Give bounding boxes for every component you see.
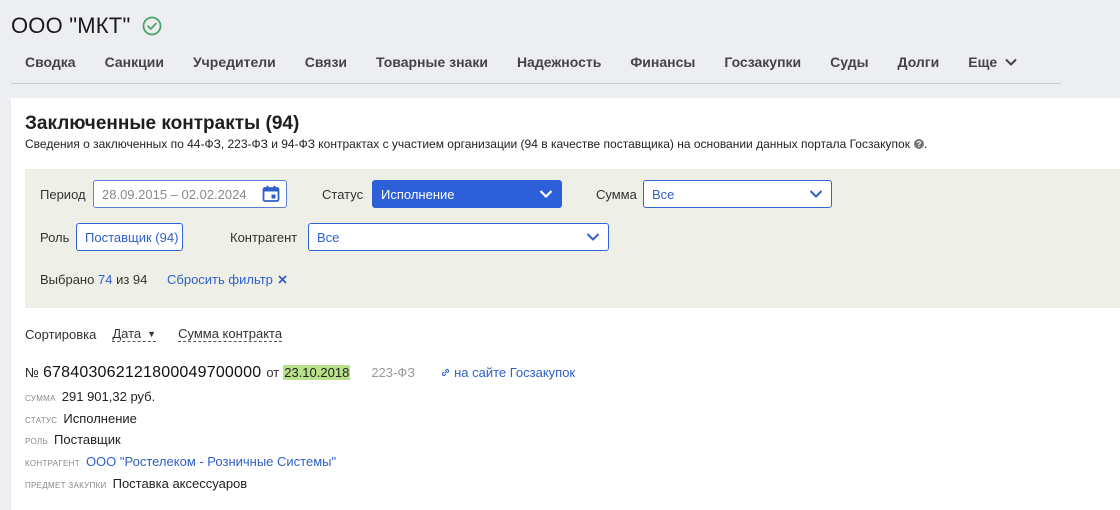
sum-select[interactable]: Все [643,180,832,208]
question-circle-icon[interactable]: ? [913,139,924,149]
tab-trademarks[interactable]: Товарные знаки [376,52,488,70]
calendar-icon[interactable] [262,185,280,203]
sort-amount-label: Сумма контракта [178,326,283,341]
tab-founders[interactable]: Учредители [193,52,276,70]
status-value: Исполнение [381,186,455,202]
tab-reliability[interactable]: Надежность [517,52,601,70]
sort-by-amount[interactable]: Сумма контракта [178,326,283,342]
tab-more-label: Еще [968,54,998,70]
contract-counterparty-link[interactable]: ООО "Ростелеком - Розничные Системы" [86,454,336,469]
external-link-label: на сайте Госзакупок [454,365,576,380]
close-icon [278,275,287,284]
role-value: Поставщик (94) [85,229,179,245]
contract-law: 223-ФЗ [371,365,416,380]
section-description-text: Сведения о заключенных по 44-ФЗ, 223-ФЗ … [25,137,910,151]
filter-panel: Период 28.09.2015 – 02.02.2024 Статус Ис… [25,169,1120,308]
contract-subject-row: предмет закупки Поставка аксессуаров [25,476,247,491]
chevron-down-icon [1005,58,1017,66]
status-select[interactable]: Исполнение [372,180,562,208]
counterparty-select[interactable]: Все [308,223,609,251]
reset-filter-button[interactable]: Сбросить фильтр [167,272,287,287]
sum-value: Все [652,186,675,202]
contract-sum-key: сумма [25,394,56,403]
contract-subject-key: предмет закупки [25,481,107,490]
sort-bar: Сортировка Дата ▼ Сумма контракта [25,326,283,342]
period-label: Период [40,187,86,202]
tab-finances[interactable]: Финансы [630,52,695,70]
contract-number-prefix: № [25,365,39,380]
tab-sanctions[interactable]: Санкции [105,52,164,70]
counterparty-value: Все [317,229,340,245]
contract-status-value: Исполнение [63,411,137,426]
contract-header: № 678403062121800049700000 от 23.10.2018… [25,364,575,382]
contract-role-value: Поставщик [54,432,121,447]
selected-prefix: Выбрано [40,272,95,287]
status-label: Статус [322,187,364,202]
contract-from-label: от [266,365,280,380]
contracts-panel: Заключенные контракты (94) Сведения о за… [11,98,1120,510]
company-name: ООО "МКТ" [11,13,131,38]
tab-more[interactable]: Еще [968,52,1017,70]
counterparty-label: Контрагент [230,230,298,245]
contract-sum-value: 291 901,32 руб. [61,389,156,404]
section-description: Сведения о заключенных по 44-ФЗ, 223-ФЗ … [25,137,928,151]
sum-label: Сумма [596,187,637,202]
external-procurement-link[interactable]: на сайте Госзакупок [441,365,575,380]
contract-date: 23.10.2018 [283,365,351,380]
chevron-down-icon [539,190,553,199]
period-date-range-input[interactable]: 28.09.2015 – 02.02.2024 [93,180,287,208]
section-tabs: Сводка Санкции Учредители Связи Товарные… [11,52,1061,84]
contract-sum-row: сумма 291 901,32 руб. [25,389,155,404]
contract-counterparty-row: контрагент ООО "Ростелеком - Розничные С… [25,454,336,469]
sort-by-date[interactable]: Дата ▼ [112,326,157,342]
company-header: ООО "МКТ" [11,10,162,42]
role-chip[interactable]: Поставщик (94) [76,223,183,251]
period-value: 28.09.2015 – 02.02.2024 [102,186,247,202]
tab-courts[interactable]: Суды [830,52,868,70]
page-title: Заключенные контракты (94) [25,113,300,134]
tab-procurement[interactable]: Госзакупки [724,52,801,70]
link-icon [441,368,450,377]
chevron-down-icon [809,190,823,198]
selected-count-number: 74 [97,272,113,287]
tab-connections[interactable]: Связи [305,52,347,70]
check-circle-icon [142,16,162,36]
selected-suffix: из 94 [116,272,148,287]
contract-status-row: статус Исполнение [25,411,137,426]
contract-role-key: роль [25,437,48,446]
caret-down-icon: ▼ [147,328,157,339]
sort-label: Сортировка [25,326,97,342]
chevron-down-icon [586,233,600,241]
tab-summary[interactable]: Сводка [25,52,76,70]
selected-count: Выбрано 74 из 94 [40,272,147,287]
contract-role-row: роль Поставщик [25,432,121,447]
contract-subject-value: Поставка аксессуаров [112,476,248,491]
contract-number: 678403062121800049700000 [42,364,262,381]
sort-date-label: Дата [112,326,142,341]
contract-status-key: статус [25,416,58,425]
contract-counterparty-key: контрагент [25,459,80,468]
role-label: Роль [40,230,70,245]
tab-debts[interactable]: Долги [898,52,940,70]
reset-filter-label: Сбросить фильтр [167,272,273,287]
